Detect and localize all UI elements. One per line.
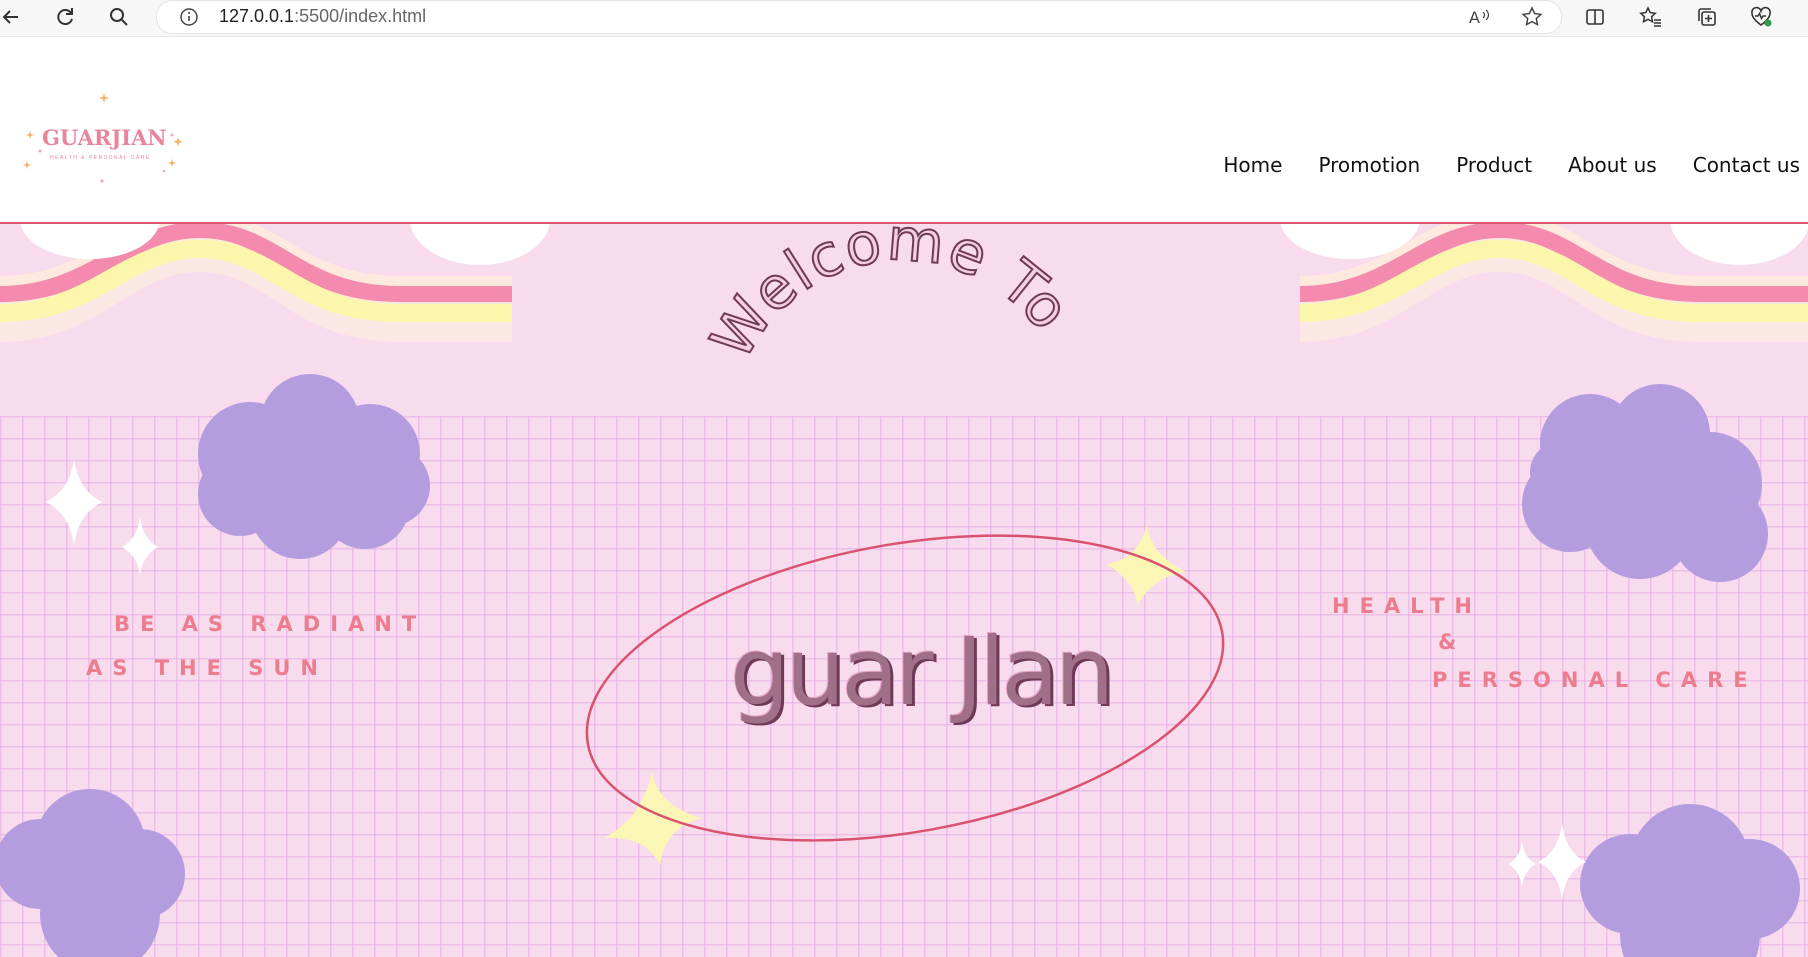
nav-about-us[interactable]: About us — [1568, 153, 1657, 177]
site-header: GUARJIAN HEALTH & PERSONAL CARE Home Pro… — [0, 37, 1808, 224]
nav-promotion[interactable]: Promotion — [1318, 153, 1420, 177]
logo-subtitle: HEALTH & PERSONAL CARE — [50, 155, 151, 161]
cloud-bottom-right — [1580, 804, 1800, 957]
favorites-icon[interactable] — [1636, 2, 1666, 32]
tagline-right-3: PERSONAL CARE — [1432, 668, 1758, 692]
nav-product[interactable]: Product — [1456, 153, 1532, 177]
hero-banner: Welcome To guar Jlan BE AS RADIANT AS TH… — [0, 224, 1808, 957]
read-aloud-icon[interactable]: A — [1467, 5, 1493, 29]
cloud-top-right — [1522, 384, 1768, 582]
welcome-text-path: Welcome To — [696, 224, 1083, 371]
favorite-star-icon[interactable] — [1519, 5, 1545, 29]
cloud-top-left — [198, 374, 430, 559]
rainbow-left — [0, 224, 550, 342]
collections-icon[interactable] — [1692, 2, 1722, 32]
rainbow-right — [1280, 224, 1808, 342]
tagline-right-1: HEALTH — [1332, 594, 1482, 618]
brand-logo[interactable]: GUARJIAN HEALTH & PERSONAL CARE — [22, 93, 190, 185]
main-nav: Home Promotion Product About us Contact … — [1223, 153, 1800, 177]
tagline-left-1: BE AS RADIANT — [114, 612, 427, 636]
url-path: :5500/index.html — [294, 6, 427, 26]
cloud-bottom-left — [0, 789, 185, 957]
nav-home[interactable]: Home — [1223, 153, 1282, 177]
hero-illustration: Welcome To — [0, 224, 1808, 957]
welcome-text: Welcome To — [697, 224, 1084, 370]
hero-brand-name: guar Jlan — [730, 618, 1114, 727]
logo-text: GUARJIAN — [42, 125, 167, 150]
tagline-right-2: & — [1438, 630, 1467, 654]
nav-contact-us[interactable]: Contact us — [1693, 153, 1800, 177]
search-icon[interactable] — [104, 2, 134, 32]
info-icon[interactable] — [179, 7, 199, 27]
refresh-icon[interactable] — [50, 2, 80, 32]
address-bar[interactable]: 127.0.0.1:5500/index.html A — [156, 0, 1562, 34]
split-screen-icon[interactable] — [1580, 2, 1610, 32]
browser-toolbar: 127.0.0.1:5500/index.html A — [0, 0, 1808, 37]
url-text[interactable]: 127.0.0.1:5500/index.html — [219, 6, 426, 27]
browser-essentials-icon[interactable] — [1746, 2, 1776, 32]
url-host: 127.0.0.1 — [219, 6, 295, 26]
tagline-left-2: AS THE SUN — [86, 656, 328, 680]
svg-text:A: A — [1469, 8, 1480, 27]
back-icon[interactable] — [0, 2, 26, 32]
